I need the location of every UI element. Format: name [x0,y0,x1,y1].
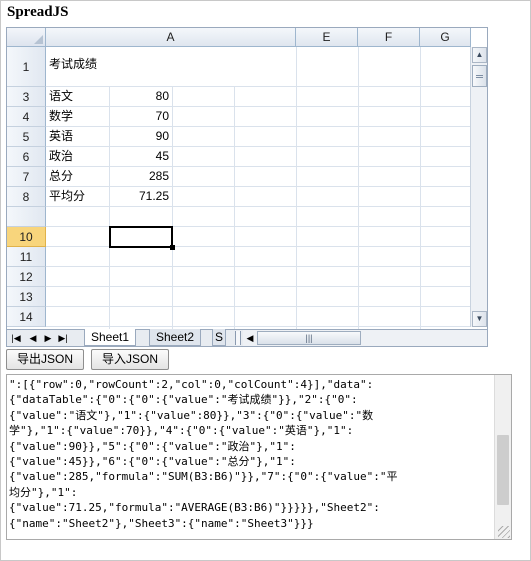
json-content[interactable]: ":[{"row":0,"rowCount":2,"col":0,"colCou… [9,377,489,531]
row-header-8[interactable]: 8 [7,187,46,207]
cell-grid[interactable]: 考试成绩 语文 80 数学 70 英语 90 政治 45 总分 285 平均分 … [46,47,471,333]
vertical-scrollbar[interactable]: ▲ ▼ [470,47,487,327]
tab-sheet2[interactable]: Sheet2 [149,329,202,346]
row-header-9-hidden[interactable] [7,207,46,227]
row-header-6[interactable]: 6 [7,147,46,167]
horizontal-scroll-thumb[interactable]: ||| [257,331,361,345]
scroll-up-icon[interactable]: ▲ [472,47,487,63]
fill-handle[interactable] [170,245,175,250]
column-header-f[interactable]: F [358,28,420,47]
sheet-tab-bar: |◀ ◀ ▶ ▶| Sheet1 Sheet2 S ◀ ||| [7,329,487,346]
cell-a5[interactable]: 英语 [46,127,76,146]
select-all-corner[interactable] [7,28,46,47]
import-json-button[interactable]: 导入JSON [91,349,169,370]
row-header-12[interactable]: 12 [7,267,46,287]
json-textarea[interactable]: ":[{"row":0,"rowCount":2,"col":0,"colCou… [6,374,512,540]
row-header-3[interactable]: 3 [7,87,46,107]
row-header-4[interactable]: 4 [7,107,46,127]
horizontal-scrollbar[interactable]: ◀ ||| [243,330,487,346]
tab-splitter[interactable] [235,331,241,345]
resize-grip-icon[interactable] [498,526,510,538]
prev-sheet-icon[interactable]: ◀ [27,331,39,345]
active-cell-selection[interactable] [109,226,173,248]
row-header-10[interactable]: 10 [7,227,46,247]
column-header-e[interactable]: E [296,28,358,47]
cell-b7[interactable]: 285 [109,167,172,186]
cell-a3[interactable]: 语文 [46,87,76,106]
row-header-11[interactable]: 11 [7,247,46,267]
cell-a4[interactable]: 数学 [46,107,76,126]
scroll-down-icon[interactable]: ▼ [472,311,487,327]
export-json-button[interactable]: 导出JSON [6,349,84,370]
column-header-a[interactable]: A [46,28,296,47]
tab-sheet1[interactable]: Sheet1 [84,329,137,346]
vertical-scroll-thumb[interactable] [472,65,487,87]
row-header-7[interactable]: 7 [7,167,46,187]
row-header-14[interactable]: 14 [7,307,46,327]
textarea-scrollbar[interactable] [494,375,511,539]
cell-b6[interactable]: 45 [109,147,172,166]
page-title: SpreadJS [7,4,69,20]
tab-sheet3[interactable]: S [212,329,227,346]
last-sheet-icon[interactable]: ▶| [57,331,69,345]
row-header-1[interactable]: 1 [7,47,46,87]
cell-b8[interactable]: 71.25 [109,187,172,206]
cell-a1[interactable]: 考试成绩 [46,55,100,74]
row-header-5[interactable]: 5 [7,127,46,147]
textarea-scroll-thumb[interactable] [497,435,509,505]
cell-b5[interactable]: 90 [109,127,172,146]
first-sheet-icon[interactable]: |◀ [10,331,22,345]
next-sheet-icon[interactable]: ▶ [42,331,54,345]
cell-b4[interactable]: 70 [109,107,172,126]
cell-a7[interactable]: 总分 [46,167,76,186]
cell-a6[interactable]: 政治 [46,147,76,166]
column-header-g[interactable]: G [420,28,471,47]
row-header-13[interactable]: 13 [7,287,46,307]
cell-b3[interactable]: 80 [109,87,172,106]
spreadsheet[interactable]: A E F G 1 3 4 5 6 7 8 10 11 12 13 14 考试成… [6,27,488,347]
cell-a8[interactable]: 平均分 [46,187,88,206]
scroll-left-icon[interactable]: ◀ [244,331,256,345]
